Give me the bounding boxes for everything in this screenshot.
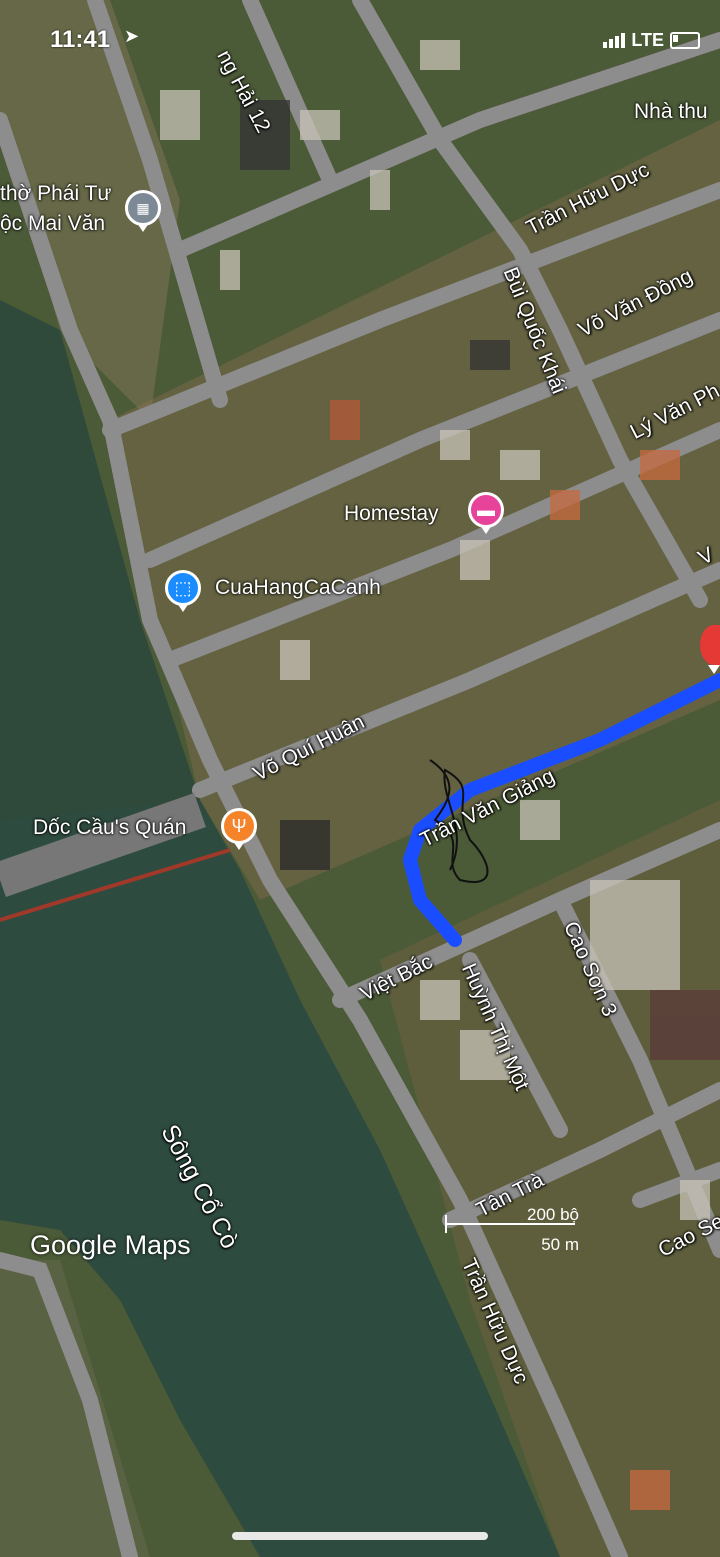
status-bar: 11:41 ➤ LTE xyxy=(0,20,720,60)
temple-label[interactable]: thờ Phái Tư xyxy=(0,182,112,206)
place-label[interactable]: Nhà thu xyxy=(634,100,708,124)
battery-icon xyxy=(670,32,700,49)
home-indicator[interactable] xyxy=(232,1532,488,1540)
temple-icon[interactable]: ▦ xyxy=(125,190,161,232)
restaurant-icon[interactable]: Ψ xyxy=(221,808,257,850)
scale-metric: 50 m xyxy=(541,1235,579,1254)
scale-bar: 200 bộ 50 m xyxy=(445,1205,585,1255)
scale-imperial: 200 bộ xyxy=(527,1205,579,1224)
temple-label[interactable]: ộc Mai Văn xyxy=(0,212,105,236)
restaurant-label[interactable]: Dốc Cầu's Quán xyxy=(33,816,186,840)
signal-icon xyxy=(603,33,626,48)
network-label: LTE xyxy=(631,30,664,50)
shop-label[interactable]: CuaHangCaCanh xyxy=(215,576,381,600)
homestay-label[interactable]: Homestay xyxy=(344,502,439,526)
location-arrow-icon: ➤ xyxy=(124,26,140,46)
shopping-icon[interactable]: ⬚ xyxy=(165,570,201,612)
map-canvas[interactable] xyxy=(0,0,720,1557)
google-maps-logo: Google Maps xyxy=(30,1230,191,1260)
hotel-icon[interactable]: ▬ xyxy=(468,492,504,534)
clock: 11:41 xyxy=(50,26,111,53)
